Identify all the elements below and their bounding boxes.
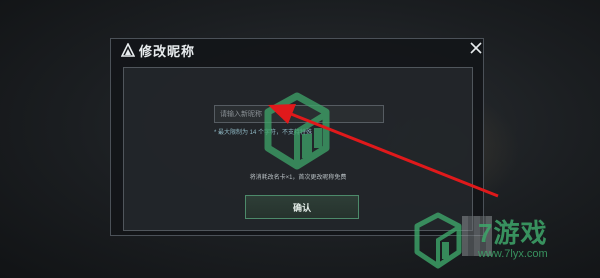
watermark-url: www.7lyx.com [478, 248, 548, 260]
watermark-cube-icon [414, 212, 462, 269]
confirm-button[interactable]: 确认 [245, 195, 359, 219]
dialog-title-bar: 修改昵称 [111, 39, 483, 61]
dialog-title: 修改昵称 [139, 43, 196, 59]
cube-logo-icon [264, 92, 330, 170]
close-button[interactable] [467, 41, 485, 59]
watermark-brand: 7游戏 [478, 218, 548, 248]
triangle-logo-icon [120, 42, 136, 57]
close-icon[interactable] [469, 41, 483, 60]
